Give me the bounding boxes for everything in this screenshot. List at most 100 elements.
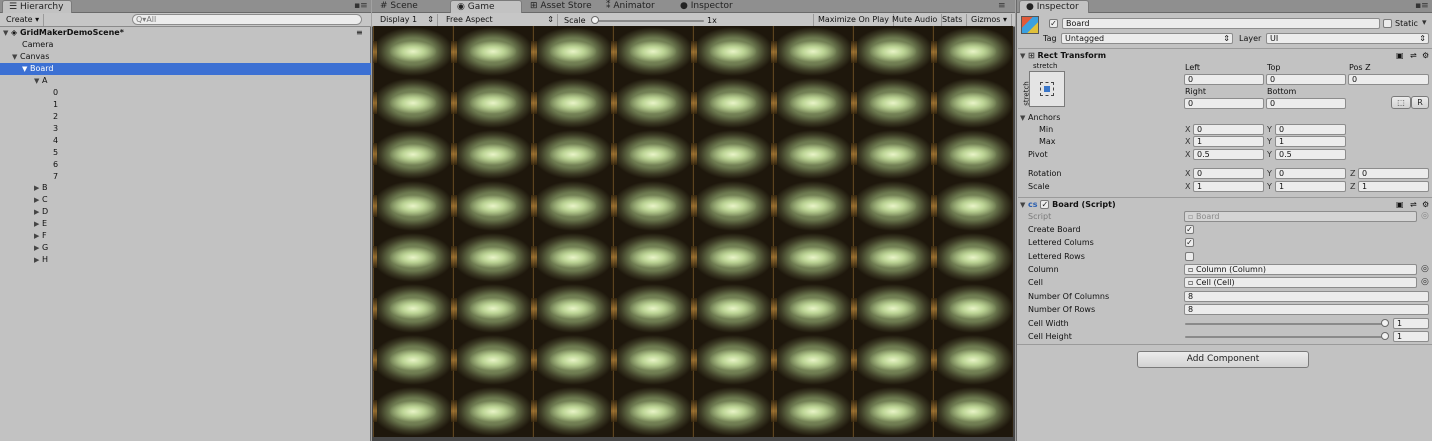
anchor-min-y-field[interactable]: 0 <box>1275 124 1346 135</box>
rotation-y-field[interactable]: 0 <box>1275 168 1346 179</box>
stats-toggle[interactable]: Stats <box>938 14 968 26</box>
rotation-x-field[interactable]: 0 <box>1193 168 1264 179</box>
chevron-down-icon[interactable]: ▾ <box>1422 18 1427 28</box>
tab-animator[interactable]: ⁑ Animator <box>600 0 661 13</box>
tag-dropdown[interactable]: Untagged ⇕ <box>1061 33 1233 44</box>
collapse-arrow-icon[interactable]: ▶ <box>34 254 42 266</box>
scale-slider-knob[interactable] <box>591 16 599 24</box>
object-picker-icon[interactable]: ◎ <box>1421 264 1429 274</box>
lettered-rows-checkbox[interactable] <box>1185 252 1194 261</box>
raw-edit-button[interactable]: R <box>1411 96 1429 109</box>
scene-menu-icon[interactable]: ≡ <box>356 27 363 39</box>
help-book-icon[interactable]: ▣ <box>1396 49 1404 62</box>
tree-item-d[interactable]: ▶ D <box>0 206 371 218</box>
tab-asset-store[interactable]: ⊞ Asset Store <box>524 0 598 13</box>
display-dropdown[interactable]: Display 1 ⇕ <box>376 14 438 26</box>
layer-dropdown[interactable]: UI ⇕ <box>1266 33 1429 44</box>
tree-item-c[interactable]: ▶ C <box>0 194 371 206</box>
maximize-on-play-toggle[interactable]: Maximize On Play <box>813 14 895 26</box>
right-field[interactable]: 0 <box>1184 98 1264 109</box>
column-object-field[interactable]: ▫ Column (Column) <box>1184 264 1417 275</box>
anchors-foldout[interactable]: ▼ Anchors <box>1020 112 1060 124</box>
lettered-colums-checkbox[interactable]: ✓ <box>1185 238 1194 247</box>
collapse-arrow-icon[interactable]: ▶ <box>34 206 42 218</box>
panel-menu-icon[interactable]: ≡ <box>998 1 1006 11</box>
tree-item-cell[interactable]: 5 <box>0 147 371 159</box>
tree-item-cell[interactable]: 0 <box>0 87 371 99</box>
game-canvas[interactable] <box>373 26 1013 437</box>
tab-inspector[interactable]: ● Inspector <box>1019 0 1089 13</box>
tree-item-b[interactable]: ▶ B <box>0 182 371 194</box>
num-columns-field[interactable]: 8 <box>1184 291 1429 302</box>
cell-width-field[interactable]: 1 <box>1393 318 1429 329</box>
tree-item-e[interactable]: ▶ E <box>0 218 371 230</box>
collapse-arrow-icon[interactable]: ▶ <box>34 218 42 230</box>
script-enabled-checkbox[interactable]: ✓ <box>1040 200 1050 209</box>
expand-arrow-icon[interactable]: ▼ <box>12 51 20 63</box>
tree-item-canvas[interactable]: ▼ Canvas <box>0 51 371 63</box>
pivot-x-field[interactable]: 0.5 <box>1193 149 1264 160</box>
aspect-dropdown[interactable]: Free Aspect ⇕ <box>442 14 558 26</box>
cell-height-slider[interactable] <box>1185 336 1385 338</box>
tree-item-a[interactable]: ▼ A <box>0 75 371 87</box>
tab-inspector-2[interactable]: ● Inspector <box>674 0 739 13</box>
cell-width-slider[interactable] <box>1185 323 1385 325</box>
scale-z-field[interactable]: 1 <box>1358 181 1429 192</box>
cell-height-slider-knob[interactable] <box>1381 332 1389 340</box>
anchor-max-y-field[interactable]: 1 <box>1275 136 1346 147</box>
pivot-y-field[interactable]: 0.5 <box>1275 149 1346 160</box>
object-name-field[interactable]: Board <box>1062 18 1380 29</box>
object-picker-icon[interactable]: ◎ <box>1421 277 1429 287</box>
tree-item-cell[interactable]: 2 <box>0 111 371 123</box>
gizmos-dropdown[interactable]: Gizmos ▾ <box>967 14 1013 26</box>
collapse-arrow-icon[interactable]: ▶ <box>34 230 42 242</box>
tree-item-cell[interactable]: 1 <box>0 99 371 111</box>
blueprint-mode-button[interactable]: ⬚ <box>1391 96 1411 109</box>
cell-width-slider-knob[interactable] <box>1381 319 1389 327</box>
posz-field[interactable]: 0 <box>1348 74 1429 85</box>
static-checkbox[interactable] <box>1383 19 1392 28</box>
hierarchy-search-input[interactable]: Q▾All <box>132 14 362 25</box>
scene-row[interactable]: ▼ ◈ GridMakerDemoScene* ≡ <box>0 27 371 39</box>
collapse-arrow-icon[interactable]: ▶ <box>34 182 42 194</box>
collapse-arrow-icon[interactable]: ▶ <box>34 242 42 254</box>
expand-arrow-icon[interactable]: ▼ <box>3 27 11 39</box>
expand-arrow-icon[interactable]: ▼ <box>22 63 30 75</box>
anchor-min-x-field[interactable]: 0 <box>1193 124 1264 135</box>
num-rows-field[interactable]: 8 <box>1184 304 1429 315</box>
board-script-header[interactable]: ▼ cs ✓ Board (Script) ▣ ⇌ ⚙ <box>1018 197 1432 210</box>
tree-item-cell[interactable]: 6 <box>0 159 371 171</box>
create-board-checkbox[interactable]: ✓ <box>1185 225 1194 234</box>
collapse-arrow-icon[interactable]: ▶ <box>34 194 42 206</box>
panel-menu-icon[interactable]: ▪≡ <box>354 1 368 11</box>
tree-item-g[interactable]: ▶ G <box>0 242 371 254</box>
tree-item-board[interactable]: ▼ Board <box>0 63 371 75</box>
preset-icon[interactable]: ⇌ <box>1410 49 1417 62</box>
tree-item-cell[interactable]: 3 <box>0 123 371 135</box>
panel-menu-icon[interactable]: ▪≡ <box>1415 1 1429 11</box>
gear-icon[interactable]: ⚙ <box>1422 198 1429 211</box>
anchor-max-x-field[interactable]: 1 <box>1193 136 1264 147</box>
tab-hierarchy[interactable]: ☰ Hierarchy <box>2 0 72 13</box>
tab-game[interactable]: ◉ Game <box>450 0 522 13</box>
gear-icon[interactable]: ⚙ <box>1422 49 1429 62</box>
bottom-field[interactable]: 0 <box>1266 98 1346 109</box>
tree-item-h[interactable]: ▶ H <box>0 254 371 266</box>
tree-item-cell[interactable]: 4 <box>0 135 371 147</box>
active-checkbox[interactable]: ✓ <box>1049 19 1058 28</box>
create-button[interactable]: Create ▾ <box>2 14 45 26</box>
left-field[interactable]: 0 <box>1184 74 1264 85</box>
mute-audio-toggle[interactable]: Mute Audio <box>888 14 943 26</box>
rect-transform-header[interactable]: ▼ ⊞ Rect Transform ▣ ⇌ ⚙ <box>1018 48 1432 61</box>
expand-arrow-icon[interactable]: ▼ <box>34 75 42 87</box>
scale-slider[interactable] <box>594 20 704 22</box>
tree-item-camera[interactable]: Camera <box>0 39 371 51</box>
cell-height-field[interactable]: 1 <box>1393 331 1429 342</box>
top-field[interactable]: 0 <box>1266 74 1346 85</box>
tab-scene[interactable]: # Scene <box>374 0 424 13</box>
cell-object-field[interactable]: ▫ Cell (Cell) <box>1184 277 1417 288</box>
anchor-preset-button[interactable] <box>1029 71 1065 107</box>
scale-x-field[interactable]: 1 <box>1193 181 1264 192</box>
preset-icon[interactable]: ⇌ <box>1410 198 1417 211</box>
help-book-icon[interactable]: ▣ <box>1396 198 1404 211</box>
